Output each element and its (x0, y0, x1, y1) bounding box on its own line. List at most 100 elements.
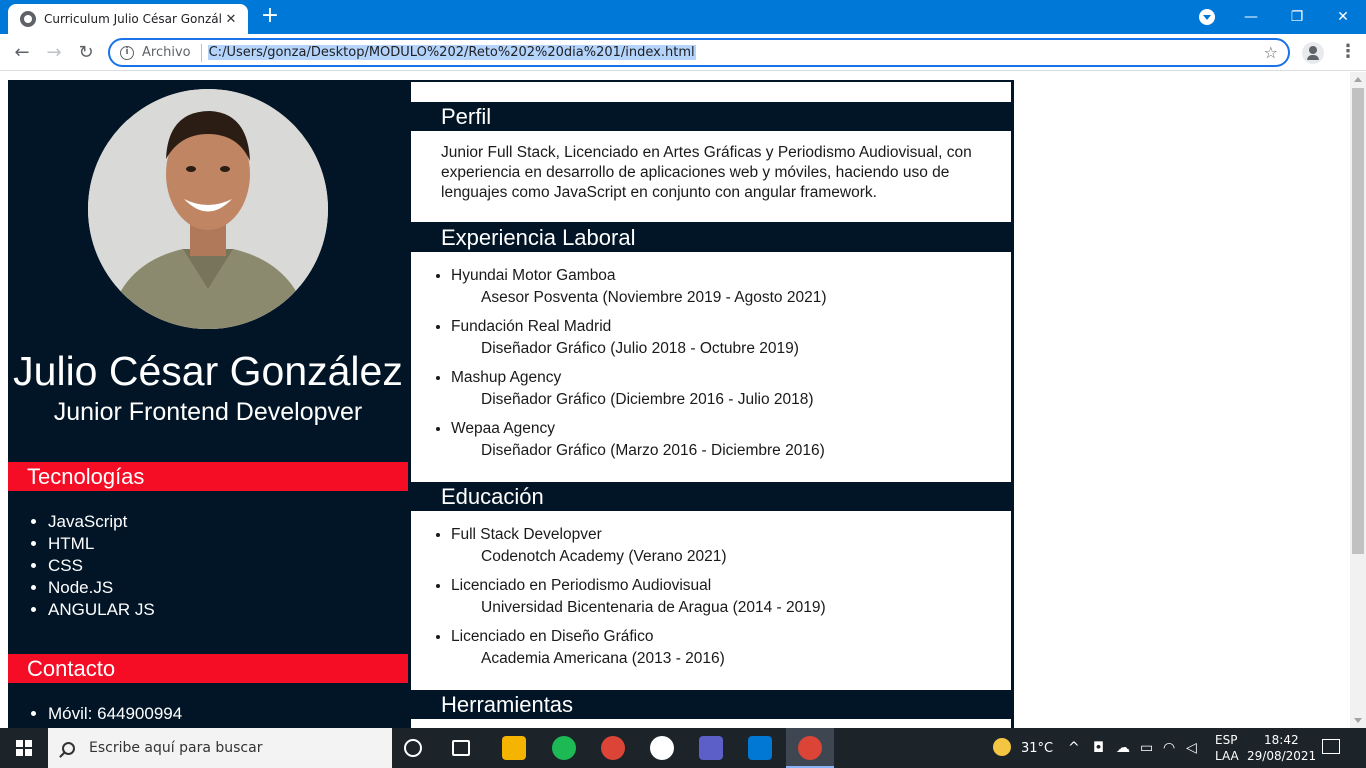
profile-photo-image (88, 89, 328, 329)
close-window-button[interactable]: ✕ (1320, 0, 1366, 34)
search-icon (62, 741, 75, 755)
language-code[interactable]: ESP (1215, 733, 1237, 747)
spotify-icon[interactable] (552, 736, 576, 760)
chrome-active-task[interactable] (786, 728, 834, 768)
tecnologias-list: JavaScript HTML CSS Node.JS ANGULAR JS (48, 511, 155, 621)
onedrive-icon[interactable]: ☁ (1116, 740, 1130, 756)
perfil-text: Junior Full Stack, Licenciado en Artes G… (441, 144, 972, 201)
weather-temp[interactable]: 31°C (1021, 741, 1053, 756)
company-name: Wepaa Agency (451, 420, 555, 437)
weather-icon[interactable] (993, 738, 1011, 756)
browser-titlebar: Curriculum Julio César González ✕ + — ❐ … (0, 0, 1366, 34)
job-detail: Diseñador Gráfico (Marzo 2016 - Diciembr… (481, 442, 825, 459)
tab-close-button[interactable]: ✕ (222, 12, 240, 27)
cv-role: Junior Frontend Developver (53, 398, 363, 426)
list-item: Mashup Agency Diseñador Gráfico (Diciembr… (451, 367, 1011, 411)
list-item: Móvil: 644900994 (48, 703, 182, 725)
page-scrollbar[interactable] (1350, 72, 1366, 728)
experiencia-section: Hyundai Motor Gamboa Asesor Posventa (Nov… (411, 252, 1011, 482)
contacto-list: Móvil: 644900994 (48, 703, 182, 725)
task-view-icon[interactable] (452, 740, 470, 756)
cortana-icon[interactable] (404, 739, 422, 757)
clock-time[interactable]: 18:42 (1264, 733, 1299, 747)
meet-icon[interactable]: ◘ (1093, 740, 1104, 756)
contacto-header: Contacto (8, 654, 408, 683)
profile-photo (88, 89, 328, 329)
chrome-icon[interactable] (601, 736, 625, 760)
cv-name: Julio César González (13, 348, 403, 394)
battery-icon[interactable]: ▭ (1140, 740, 1153, 756)
list-item: Full Stack Developver Codenotch Academy (… (451, 524, 1011, 568)
top-spacer (411, 82, 1011, 102)
volume-icon[interactable]: ◁ (1186, 740, 1197, 756)
scroll-down-arrow-icon[interactable] (1354, 718, 1362, 723)
chrome-icon (798, 736, 822, 760)
list-item: CSS (48, 555, 155, 577)
notifications-icon[interactable] (1322, 739, 1340, 754)
browser-menu-button[interactable]: ⋮ (1338, 42, 1358, 64)
list-item: ANGULAR JS (48, 599, 155, 621)
cv-main: Perfil Junior Full Stack, Licenciado en … (408, 80, 1014, 728)
browser-toolbar: ← → ↻ i Archivo C:/Users/gonza/Desktop/M… (0, 34, 1366, 71)
start-button[interactable] (0, 728, 48, 768)
list-item: Fundación Real Madrid Diseñador Gráfico (… (451, 316, 1011, 360)
list-item: Wepaa Agency Diseñador Gráfico (Marzo 201… (451, 418, 1011, 462)
herramientas-header: Herramientas (441, 692, 574, 717)
job-detail: Asesor Posventa (Noviembre 2019 - Agosto… (481, 289, 827, 306)
windows-logo-icon (16, 740, 32, 756)
list-item: Node.JS (48, 577, 155, 599)
educacion-list: Full Stack Developver Codenotch Academy (… (411, 511, 1011, 670)
list-item: Licenciado en Diseño Gráfico Academia Ame… (451, 626, 1011, 670)
taskbar-search[interactable]: Escribe aquí para buscar (48, 728, 392, 768)
scroll-up-arrow-icon[interactable] (1354, 77, 1362, 82)
vscode-icon[interactable] (748, 736, 772, 760)
info-icon[interactable]: i (120, 45, 134, 60)
educacion-section: Full Stack Developver Codenotch Academy (… (411, 511, 1011, 690)
experiencia-list: Hyundai Motor Gamboa Asesor Posventa (Nov… (411, 252, 1011, 462)
forward-button[interactable]: → (41, 40, 67, 66)
experiencia-header: Experiencia Laboral (441, 225, 636, 250)
teams-icon[interactable] (699, 736, 723, 760)
back-button[interactable]: ← (9, 40, 35, 66)
scroll-thumb[interactable] (1352, 88, 1364, 554)
degree-detail: Academia Americana (2013 - 2016) (481, 650, 725, 667)
keyboard-layout[interactable]: LAA (1215, 749, 1239, 763)
restore-button[interactable]: ❐ (1274, 0, 1320, 34)
cv-sidebar: Julio César González Junior Frontend Dev… (8, 80, 408, 728)
url-text[interactable]: C:/Users/gonza/Desktop/MODULO%202/Reto%2… (207, 45, 696, 60)
educacion-header: Educación (441, 484, 544, 509)
herramientas-section (411, 719, 1011, 728)
list-item: Hyundai Motor Gamboa Asesor Posventa (Nov… (451, 265, 1011, 309)
job-detail: Diseñador Gráfico (Diciembre 2016 - Juli… (481, 391, 814, 408)
browser-tab[interactable]: Curriculum Julio César González ✕ (8, 4, 248, 34)
degree-name: Licenciado en Diseño Gráfico (451, 628, 654, 645)
omnibox-separator (200, 43, 202, 62)
company-name: Mashup Agency (451, 369, 562, 386)
address-bar[interactable]: i Archivo C:/Users/gonza/Desktop/MODULO%… (108, 38, 1290, 67)
bookmark-star-icon[interactable]: ☆ (1264, 43, 1278, 62)
file-explorer-icon[interactable] (502, 736, 526, 760)
new-tab-button[interactable]: + (258, 5, 282, 29)
perfil-header: Perfil (441, 104, 492, 129)
minimize-button[interactable]: — (1228, 0, 1274, 34)
company-name: Hyundai Motor Gamboa (451, 267, 616, 284)
list-item: Licenciado en Periodismo Audiovisual Univ… (451, 575, 1011, 619)
search-placeholder: Escribe aquí para buscar (89, 740, 263, 756)
clock-date[interactable]: 29/08/2021 (1247, 749, 1316, 763)
perfil-section: Junior Full Stack, Licenciado en Artes G… (411, 131, 1011, 222)
company-name: Fundación Real Madrid (451, 318, 612, 335)
wifi-icon[interactable]: ◠ (1163, 740, 1175, 756)
page-viewport: Julio César González Junior Frontend Dev… (0, 72, 1350, 728)
list-item: HTML (48, 533, 155, 555)
degree-name: Full Stack Developver (451, 526, 602, 543)
slack-icon[interactable] (650, 736, 674, 760)
reload-button[interactable]: ↻ (73, 40, 99, 66)
file-scheme-label: Archivo (142, 45, 191, 60)
job-detail: Diseñador Gráfico (Julio 2018 - Octubre … (481, 340, 799, 357)
tecnologias-header: Tecnologías (8, 462, 408, 491)
tab-search-icon[interactable] (1199, 9, 1215, 25)
chevron-up-icon[interactable]: ^ (1068, 740, 1080, 756)
windows-taskbar: Escribe aquí para buscar 31°C ^ ◘ ☁ ▭ ◠ … (0, 728, 1366, 768)
degree-detail: Codenotch Academy (Verano 2021) (481, 548, 727, 565)
profile-avatar-icon[interactable] (1302, 42, 1324, 64)
